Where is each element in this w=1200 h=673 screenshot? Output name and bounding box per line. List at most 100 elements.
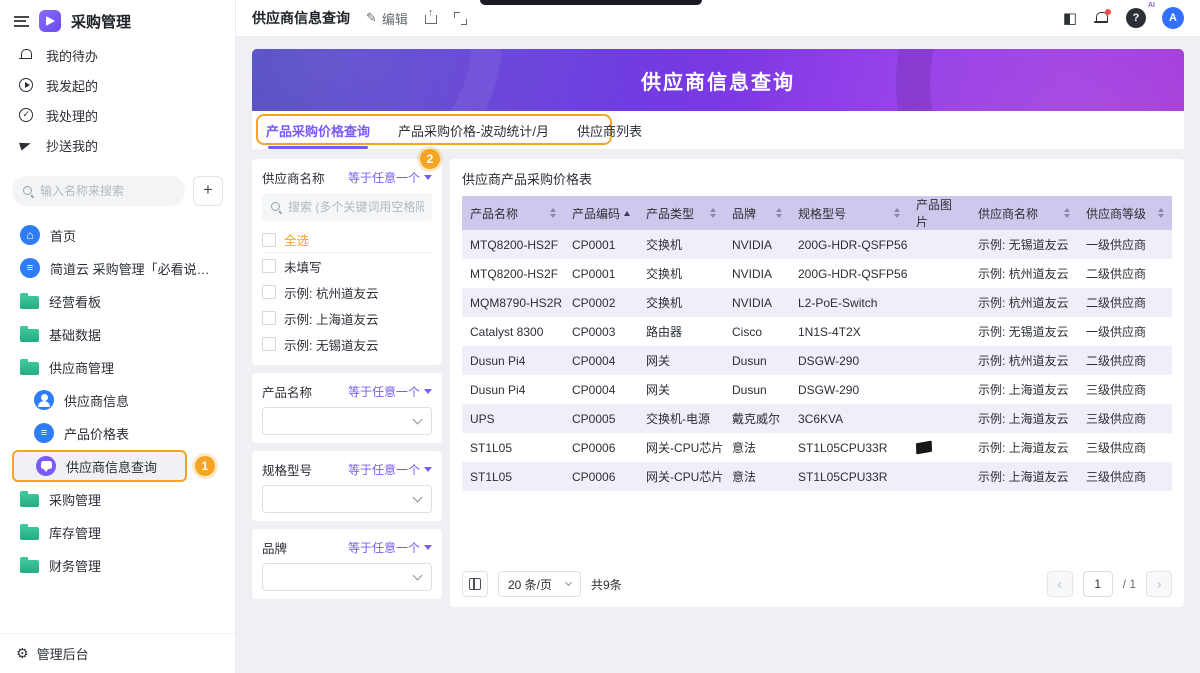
checkbox-option[interactable]: 未填写 xyxy=(262,253,432,279)
column-header[interactable]: 产品类型 xyxy=(638,196,724,230)
next-page-button[interactable]: › xyxy=(1146,571,1172,597)
table-cell: 三级供应商 xyxy=(1078,462,1172,491)
filter-operator-dropdown[interactable]: 等于任意一个 xyxy=(348,383,432,400)
brand-select[interactable] xyxy=(262,563,432,591)
table-cell: CP0001 xyxy=(564,230,638,259)
sidebar-search-input[interactable] xyxy=(40,184,175,198)
filter-operator-dropdown[interactable]: 等于任意一个 xyxy=(348,461,432,478)
tab-active[interactable]: 产品采购价格查询 xyxy=(266,111,370,149)
table-row[interactable]: ST1L05CP0006网关-CPU芯片意法ST1L05CPU33R示例: 上海… xyxy=(462,433,1172,462)
sidebar-item[interactable]: 供应商信息查询1 xyxy=(12,450,187,482)
sidebar-item[interactable]: 供应商信息 xyxy=(12,384,223,416)
sidebar-item[interactable]: 基础数据 xyxy=(12,318,223,350)
product-name-select[interactable] xyxy=(262,407,432,435)
spec-model-select[interactable] xyxy=(262,485,432,513)
prev-page-button[interactable]: ‹ xyxy=(1047,571,1073,597)
table-row[interactable]: Dusun Pi4CP0004网关DusunDSGW-290示例: 杭州道友云二… xyxy=(462,346,1172,375)
column-header[interactable]: 规格型号 xyxy=(790,196,908,230)
quick-item-label: 我的待办 xyxy=(46,46,98,65)
column-settings-button[interactable] xyxy=(462,571,488,597)
table-cell: MQM8790-HS2R xyxy=(462,288,564,317)
checkbox-label: 示例: 上海道友云 xyxy=(284,309,378,328)
table-row[interactable]: MTQ8200-HS2FCP0001交换机NVIDIA200G-HDR-QSFP… xyxy=(462,230,1172,259)
filter-search[interactable] xyxy=(262,193,432,221)
sidebar-item-label: 产品价格表 xyxy=(64,424,129,443)
sidebar-search[interactable] xyxy=(12,176,185,206)
table-row[interactable]: ST1L05CP0006网关-CPU芯片意法ST1L05CPU33R示例: 上海… xyxy=(462,462,1172,491)
quick-item[interactable]: 我发起的 xyxy=(0,70,235,100)
filter-label: 供应商名称 xyxy=(262,168,325,187)
table-cell: NVIDIA xyxy=(724,230,790,259)
send-icon xyxy=(18,137,34,153)
table-row[interactable]: Catalyst 8300CP0003路由器Cisco1N1S-4T2X示例: … xyxy=(462,317,1172,346)
quick-list: 我的待办我发起的我处理的抄送我的 xyxy=(0,40,235,160)
filter-operator-dropdown[interactable]: 等于任意一个 xyxy=(348,539,432,556)
help-icon[interactable]: ?AI xyxy=(1126,8,1146,28)
table-cell: 网关 xyxy=(638,346,724,375)
current-page-input[interactable]: 1 xyxy=(1083,571,1113,597)
table-row[interactable]: MQM8790-HS2RCP0002交换机NVIDIAL2-PoE-Switch… xyxy=(462,288,1172,317)
column-header[interactable]: 品牌 xyxy=(724,196,790,230)
pencil-icon: ✎ xyxy=(366,10,377,26)
table-body: MTQ8200-HS2FCP0001交换机NVIDIA200G-HDR-QSFP… xyxy=(462,230,1172,491)
table-cell: Dusun xyxy=(724,375,790,404)
table-cell: 示例: 杭州道友云 xyxy=(970,288,1078,317)
sidebar-item[interactable]: 库存管理 xyxy=(12,516,223,548)
column-header[interactable]: 产品名称 xyxy=(462,196,564,230)
share-icon[interactable] xyxy=(424,11,438,25)
sidebar-item[interactable]: 财务管理 xyxy=(12,549,223,581)
checkbox-option[interactable]: 示例: 无锡道友云 xyxy=(262,331,432,357)
checkbox-option[interactable]: 示例: 杭州道友云 xyxy=(262,279,432,305)
table-cell: 戴克威尔 xyxy=(724,404,790,433)
checkbox-option[interactable]: 全选 xyxy=(262,227,432,253)
table-cell: 交换机-电源 xyxy=(638,404,724,433)
sort-icon xyxy=(550,208,556,218)
sidebar-item[interactable]: 产品价格表 xyxy=(12,417,223,449)
column-header[interactable]: 供应商等级 xyxy=(1078,196,1172,230)
collapse-menu-icon[interactable] xyxy=(14,16,29,27)
avatar[interactable]: A xyxy=(1162,7,1184,29)
filter-search-input[interactable] xyxy=(288,200,424,214)
table-cell: DSGW-290 xyxy=(790,375,908,404)
quick-item[interactable]: 我处理的 xyxy=(0,100,235,130)
table-row[interactable]: Dusun Pi4CP0004网关DusunDSGW-290示例: 上海道友云三… xyxy=(462,375,1172,404)
quick-item[interactable]: 我的待办 xyxy=(0,40,235,70)
column-header[interactable]: 供应商名称 xyxy=(970,196,1078,230)
sidebar-item[interactable]: 供应商管理 xyxy=(12,351,223,383)
edit-button[interactable]: ✎ 编辑 xyxy=(366,9,408,28)
admin-console-button[interactable]: ⚙ 管理后台 xyxy=(0,633,235,673)
sidebar: 采购管理 我的待办我发起的我处理的抄送我的 + 首页简道云 采购管理「必看说明」… xyxy=(0,0,236,673)
sidebar-item-label: 经营看板 xyxy=(49,292,101,311)
tab-item[interactable]: 供应商列表 xyxy=(577,111,642,149)
quick-item[interactable]: 抄送我的 xyxy=(0,130,235,160)
sidebar-item-label: 首页 xyxy=(50,226,76,245)
add-button[interactable]: + xyxy=(193,176,223,206)
checkbox-list: 全选未填写示例: 杭州道友云示例: 上海道友云示例: 无锡道友云 xyxy=(262,227,432,357)
sidebar-item[interactable]: 采购管理 xyxy=(12,483,223,515)
filter-operator-dropdown[interactable]: 等于任意一个 xyxy=(348,169,432,186)
table-cell: ST1L05CPU33R xyxy=(790,462,908,491)
table-cell: 意法 xyxy=(724,462,790,491)
notifications-icon[interactable] xyxy=(1093,10,1110,27)
page-size-select[interactable]: 20 条/页 xyxy=(498,571,581,597)
bell-icon xyxy=(18,47,34,63)
sidebar-item[interactable]: 经营看板 xyxy=(12,285,223,317)
sidebar-search-row: + xyxy=(12,176,223,206)
tab-item[interactable]: 产品采购价格-波动统计/月 xyxy=(398,111,549,149)
panel-toggle-icon[interactable]: ◧ xyxy=(1063,9,1077,27)
sort-icon xyxy=(1064,208,1070,218)
table-row[interactable]: UPSCP0005交换机-电源戴克威尔3C6KVA示例: 上海道友云三级供应商 xyxy=(462,404,1172,433)
column-header[interactable]: 产品编码 xyxy=(564,196,638,230)
column-header[interactable]: 产品图片 xyxy=(908,196,970,230)
sidebar-item-label: 简道云 采购管理「必看说明」 xyxy=(50,259,215,278)
table-cell: 交换机 xyxy=(638,259,724,288)
sidebar-item[interactable]: 简道云 采购管理「必看说明」 xyxy=(12,252,223,284)
checkbox xyxy=(262,285,276,299)
table-cell: DSGW-290 xyxy=(790,346,908,375)
sidebar-item[interactable]: 首页 xyxy=(12,219,223,251)
fullscreen-icon[interactable] xyxy=(454,12,467,25)
column-label: 供应商名称 xyxy=(978,205,1038,222)
checkbox-option[interactable]: 示例: 上海道友云 xyxy=(262,305,432,331)
table-cell: 示例: 上海道友云 xyxy=(970,462,1078,491)
table-row[interactable]: MTQ8200-HS2FCP0001交换机NVIDIA200G-HDR-QSFP… xyxy=(462,259,1172,288)
